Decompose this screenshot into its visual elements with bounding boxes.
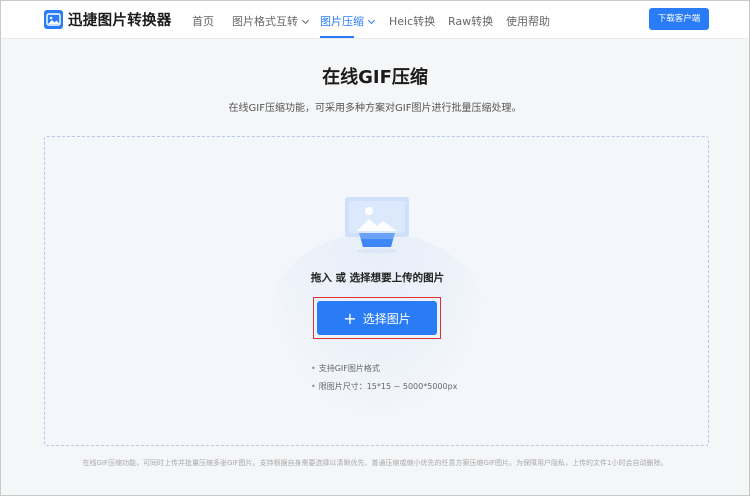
plus-icon: + bbox=[343, 309, 357, 328]
chevron-down-icon bbox=[301, 16, 310, 25]
format-note: 支持GIF图片格式 bbox=[311, 363, 380, 374]
size-limit-note: 限图片尺寸：15*15 ~ 5000*5000px bbox=[311, 381, 458, 392]
nav-item-help[interactable]: 使用帮助 bbox=[506, 13, 550, 29]
active-nav-indicator bbox=[320, 36, 354, 38]
upload-drop-zone[interactable]: 拖入 或 选择想要上传的图片 + 选择图片 支持GIF图片格式 限图片尺寸：15*… bbox=[44, 136, 709, 446]
chevron-down-icon bbox=[367, 16, 376, 25]
image-upload-illustration bbox=[345, 195, 409, 259]
nav-item-home[interactable]: 首页 bbox=[192, 13, 214, 29]
select-image-button[interactable]: + 选择图片 bbox=[317, 301, 437, 335]
nav-item-label: 使用帮助 bbox=[506, 15, 550, 28]
select-image-label: 选择图片 bbox=[362, 312, 411, 326]
top-header: 迅捷图片转换器 首页 图片格式互转 图片压缩 Heic转换 Raw转换 使用帮助… bbox=[1, 1, 749, 39]
nav-item-label: Heic转换 bbox=[389, 15, 436, 28]
logo-icon[interactable] bbox=[44, 10, 63, 29]
brand-name[interactable]: 迅捷图片转换器 bbox=[68, 9, 172, 30]
download-client-button[interactable]: 下载客户端 bbox=[649, 8, 709, 30]
nav-item-raw[interactable]: Raw转换 bbox=[448, 13, 493, 29]
nav-item-label: 图片格式互转 bbox=[232, 15, 298, 28]
page-title: 在线GIF压缩 bbox=[322, 67, 428, 88]
nav-item-format-convert[interactable]: 图片格式互转 bbox=[232, 13, 310, 29]
nav-item-heic[interactable]: Heic转换 bbox=[389, 13, 435, 29]
nav-item-label: 图片压缩 bbox=[320, 15, 364, 28]
page-subtitle: 在线GIF压缩功能，可采用多种方案对GIF图片进行批量压缩处理。 bbox=[228, 103, 522, 114]
drop-hint-text: 拖入 或 选择想要上传的图片 bbox=[310, 272, 445, 284]
nav-item-label: Raw转换 bbox=[448, 15, 494, 28]
nav-item-image-compress[interactable]: 图片压缩 bbox=[320, 13, 376, 29]
footer-description: 在线GIF压缩功能，可同时上传并批量压缩多张GIF图片。支持根据自身需要选择以清… bbox=[82, 459, 668, 467]
nav-item-label: 首页 bbox=[192, 15, 214, 28]
